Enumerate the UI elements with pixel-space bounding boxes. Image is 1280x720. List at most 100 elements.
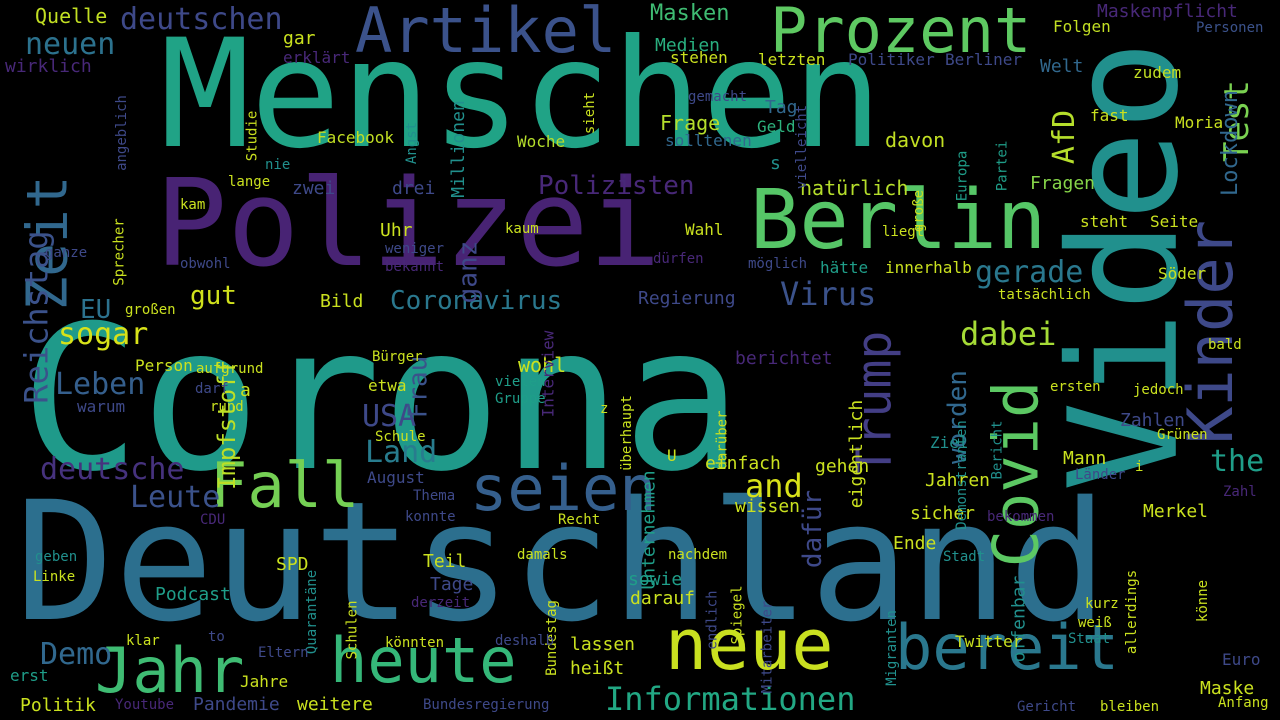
word-euro: Euro [1222,650,1261,669]
word-moria: Moria [1175,113,1224,132]
word-neue: neue [665,604,834,686]
word-allerdings: allerdings [1124,569,1141,655]
word-moeglich: möglich [748,256,808,272]
word-grosse: große [911,189,928,233]
word-pandemie: Pandemie [193,694,280,715]
word-erst: erst [10,666,49,685]
word-demonstranten: Demonstranten [953,420,970,530]
word-informationen: Informationen [605,680,856,718]
word-regierung: Regierung [638,288,736,309]
word-rund: rund [210,399,244,415]
word-kurz: kurz [1085,596,1119,612]
word-etwa: etwa [368,376,407,395]
word-davon: davon [885,128,946,152]
word-folgen: Folgen [1053,17,1111,36]
word-stehen: stehen [670,48,728,67]
word-leute: Leute [130,480,221,515]
word-artikel: Artikel [355,0,617,67]
word-thema: Thema [413,488,456,504]
word-impfstoff: Impfstoff [213,359,242,491]
word-dafuer: dafür [798,489,829,569]
word-z: z [600,401,609,417]
word-haette: hätte [820,258,869,277]
word-darf: darf [195,381,229,397]
word-mitarbeiter: Mitarbeiter [758,600,775,693]
word-solltenen: solltenen [665,131,752,150]
word-letzten: letzten [758,50,826,69]
word-geben: geben [35,549,78,565]
word-gar: gar [283,28,316,49]
word-geld: Geld [757,117,796,136]
word-laender: Länder [1075,467,1126,483]
word-politik: Politik [20,695,96,716]
word-eigentlich: eigentlich [846,399,868,509]
word-youtube: Youtube [115,697,175,713]
word-wirklich: wirklich [5,56,92,77]
word-nachdem: nachdem [668,547,728,563]
word-podcast: Podcast [155,584,231,605]
word-twitter: Twitter [955,632,1023,651]
word-nie: nie [265,157,291,173]
word-lassen: lassen [570,634,636,655]
word-millionen: Millionen [447,100,469,198]
word-politiker: Politiker [848,50,935,69]
word-bekommen: bekommen [987,509,1055,525]
word-woche: Woche [517,132,566,151]
word-ueberhaupt: überhaupt [618,395,635,471]
word-berichtet: berichtet [735,348,833,369]
word-bundesregierung: Bundesregierung [423,697,550,713]
word-masken: Masken [650,1,730,26]
word-gruenen: Grünen [1157,427,1208,443]
word-wahl: Wahl [685,220,724,239]
word-spiegel: Spiegel [729,584,746,645]
word-steht: steht [1080,212,1129,231]
word-kam: kam [180,197,206,213]
word-personen: Personen [1196,20,1264,36]
word-vielleicht: vielleicht [794,104,811,190]
word-schulen: Schulen [344,599,361,660]
word-angst: Angst [404,121,421,165]
word-ganze: ganze [45,245,88,261]
word-grossen: großen [125,302,176,318]
word-darauf: darauf [630,588,696,609]
word-zahl: Zahl [1223,484,1257,500]
word-gemacht: gemacht [688,89,748,105]
word-merkel: Merkel [1143,501,1209,522]
word-berliner: Berliner [945,50,1023,69]
word-partei: Partei [993,140,1010,191]
word-drei: drei [392,178,436,199]
word-warum: warum [77,397,126,416]
word-staat: Staat [1068,631,1111,647]
word-fast: fast [1090,106,1129,125]
word-interview: Interview [537,330,557,417]
word-sowie: sowie [628,569,683,590]
word-cloud: Corona Deutschland Menschen Polizei Video Pro… [0,0,1280,720]
word-facebook: Facebook [317,128,395,147]
word-koenne: könne [1195,579,1212,623]
word-mann: Mann [1063,448,1107,469]
word-angeblich: angeblich [113,95,130,171]
word-frage: Frage [660,111,721,135]
word-ende: Ende [893,533,937,554]
word-stadt: Stadt [943,549,986,565]
word-demo: Demo [40,637,113,672]
word-ganz: ganz [452,240,483,303]
word-kinder: Kinder [1173,220,1247,444]
word-deshalb: deshalb [495,633,555,649]
word-tage: Tage [430,574,474,595]
word-seite: Seite [1150,212,1199,231]
word-weiss: weiß [1078,615,1112,631]
word-migranten: Migranten [883,610,900,686]
word-soeder: Söder [1158,264,1207,283]
word-the: the [1210,444,1265,479]
word-gut: gut [190,281,237,311]
word-jedoch: jedoch [1133,382,1184,398]
word-zudem: zudem [1133,63,1182,82]
word-zwei: zwei [292,178,336,199]
word-lange: lange [228,174,271,190]
word-damals: damals [517,547,568,563]
word-leben: Leben [55,367,146,402]
word-kaum: kaum [505,221,539,237]
word-bild: Bild [320,291,364,312]
word-obwohl: obwohl [180,256,231,272]
